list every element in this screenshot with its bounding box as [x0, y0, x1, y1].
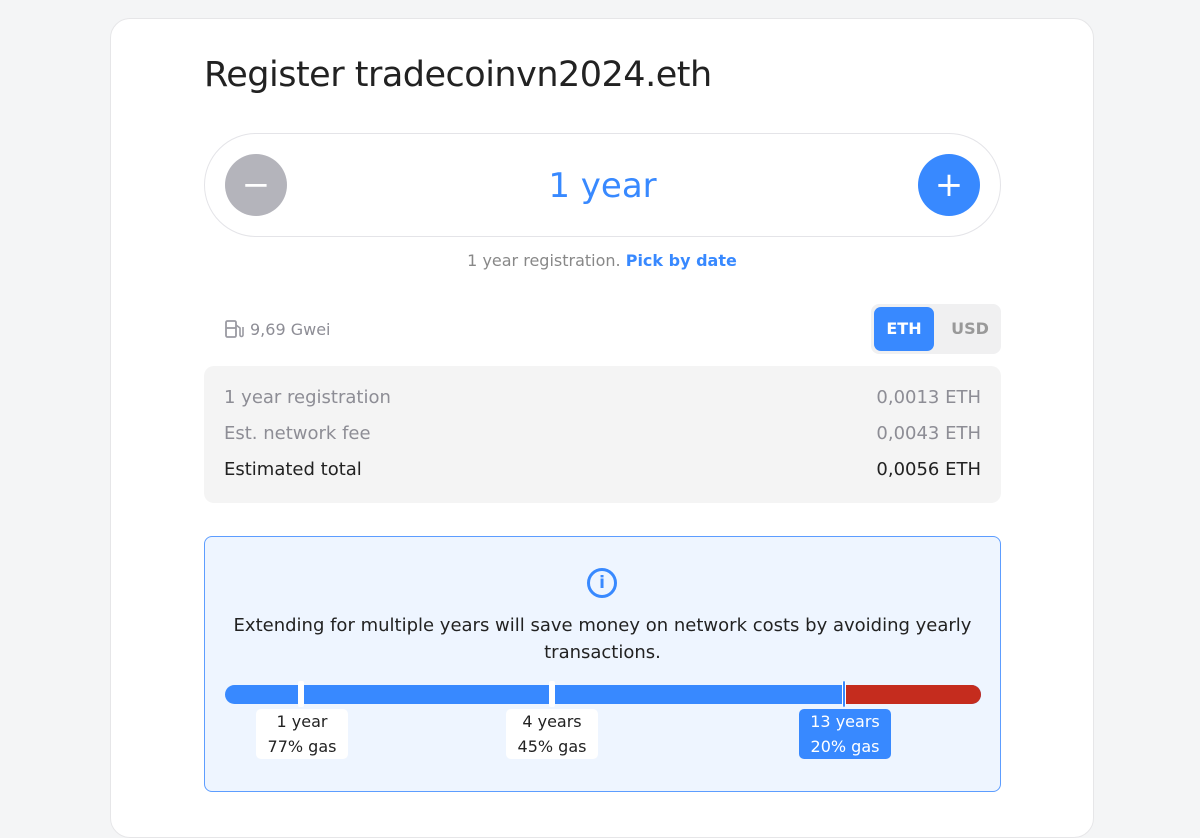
currency-toggle: ETH USD	[871, 304, 1001, 354]
price-value: 0,0043 ETH	[876, 423, 981, 444]
info-text: Extending for multiple years will save m…	[233, 615, 972, 663]
price-label: Est. network fee	[224, 423, 371, 444]
marker-years: 13 years	[810, 712, 880, 731]
total-value: 0,0056 ETH	[876, 459, 981, 480]
currency-eth-button[interactable]: ETH	[874, 307, 934, 351]
marker-tick-13-years	[842, 681, 846, 707]
total-row: Estimated total 0,0056 ETH	[224, 459, 981, 480]
increase-button[interactable]: +	[918, 154, 980, 216]
gas-pump-icon	[225, 320, 244, 338]
marker-years: 1 year	[276, 712, 328, 731]
marker-gas: 45% gas	[517, 737, 587, 756]
gas-savings-bar	[225, 685, 981, 704]
info-icon: i	[587, 568, 617, 598]
currency-usd-button[interactable]: USD	[941, 307, 999, 351]
marker-tick-4-years	[549, 681, 555, 707]
price-value: 0,0013 ETH	[876, 387, 981, 408]
marker-gas: 77% gas	[267, 737, 337, 756]
subtitle-text: 1 year registration.	[467, 251, 621, 270]
marker-label-4-years[interactable]: 4 years 45% gas	[506, 709, 598, 759]
total-label: Estimated total	[224, 459, 362, 480]
marker-label-13-years[interactable]: 13 years 20% gas	[799, 709, 891, 759]
duration-subtitle: 1 year registration. Pick by date	[111, 251, 1093, 270]
marker-years: 4 years	[522, 712, 582, 731]
gas-savings-bar-remaining	[845, 685, 981, 704]
savings-info-box: i Extending for multiple years will save…	[204, 536, 1001, 792]
page-title: Register tradecoinvn2024.eth	[204, 55, 712, 95]
price-summary: 1 year registration 0,0013 ETH Est. netwo…	[204, 366, 1001, 503]
price-label: 1 year registration	[224, 387, 391, 408]
marker-gas: 20% gas	[810, 737, 880, 756]
gas-price: 9,69 Gwei	[224, 319, 330, 339]
register-card: Register tradecoinvn2024.eth − 1 year + …	[110, 18, 1094, 838]
duration-value: 1 year	[548, 166, 657, 206]
marker-label-1-year[interactable]: 1 year 77% gas	[256, 709, 348, 759]
gas-value: 9,69 Gwei	[250, 319, 331, 339]
marker-tick-1-year	[298, 681, 304, 707]
pick-by-date-link[interactable]: Pick by date	[626, 251, 737, 270]
price-row: 1 year registration 0,0013 ETH	[224, 387, 981, 408]
price-row: Est. network fee 0,0043 ETH	[224, 423, 981, 444]
duration-stepper: − 1 year +	[204, 133, 1001, 237]
